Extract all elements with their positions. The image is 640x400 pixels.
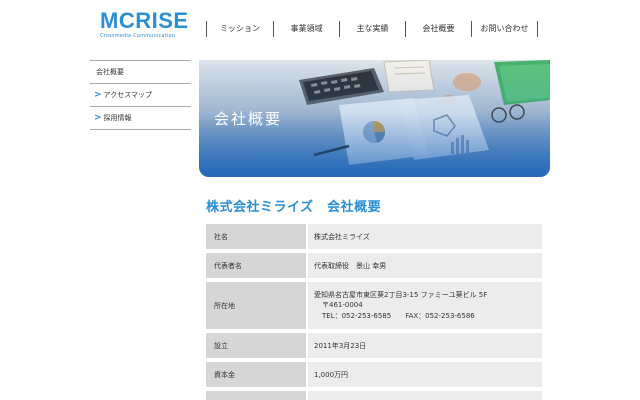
hero-title: 会社概要 — [214, 110, 283, 128]
table-row: 代表者名 代表取締役 景山 幸男 — [206, 253, 542, 278]
sidebar-item-recruitment[interactable]: > 採用情報 — [90, 107, 191, 130]
row-label: 代表者名 — [206, 253, 306, 278]
row-label: 社名 — [206, 224, 306, 249]
table-row: 資本金 1,000万円 — [206, 362, 542, 387]
hero-banner: 会社概要 — [199, 60, 550, 177]
nav-business-domain[interactable]: 事業領域 — [274, 21, 340, 37]
sidebar-item-label: アクセスマップ — [103, 91, 152, 99]
table-row — [206, 391, 542, 400]
sidebar-item-company-overview[interactable]: 会社概要 — [90, 61, 191, 84]
nav-company-overview[interactable]: 会社概要 — [406, 21, 472, 37]
nav-achievements[interactable]: 主な実績 — [340, 21, 406, 37]
sidebar-item-label: 採用情報 — [103, 114, 132, 122]
postal-code: 〒461-0004 — [322, 301, 363, 310]
sidebar-nav: 会社概要 > アクセスマップ > 採用情報 — [90, 60, 191, 130]
row-label: 設立 — [206, 333, 306, 358]
global-nav: ミッション 事業領域 主な実績 会社概要 お問い合わせ — [206, 21, 538, 37]
row-label: 資本金 — [206, 362, 306, 387]
row-value: 代表取締役 景山 幸男 — [308, 253, 542, 278]
fax-number: FAX：052-253-6586 — [405, 311, 475, 320]
sidebar-item-label: 会社概要 — [96, 68, 124, 76]
table-row: 設立 2011年3月23日 — [206, 333, 542, 358]
row-value: 1,000万円 — [308, 362, 542, 387]
row-value — [308, 391, 542, 400]
row-value: 2011年3月23日 — [308, 333, 542, 358]
row-value: 株式会社ミライズ — [308, 224, 542, 249]
company-info-table: 社名 株式会社ミライズ 代表者名 代表取締役 景山 幸男 所在地 愛知県名古屋市… — [206, 224, 542, 400]
row-value-address: 愛知県名古屋市東区葵2丁目3-15 ファミーユ葵ビル 5F 〒461-0004 … — [308, 282, 542, 329]
nav-mission[interactable]: ミッション — [207, 21, 274, 37]
page-title: 株式会社ミライズ 会社概要 — [206, 200, 382, 215]
company-logo[interactable]: MCRISE Crossmedia Communication — [100, 8, 189, 40]
chevron-right-icon: > — [94, 113, 102, 123]
chevron-right-icon: > — [94, 90, 102, 100]
table-row: 所在地 愛知県名古屋市東区葵2丁目3-15 ファミーユ葵ビル 5F 〒461-0… — [206, 282, 542, 329]
table-row: 社名 株式会社ミライズ — [206, 224, 542, 249]
sidebar-item-access-map[interactable]: > アクセスマップ — [90, 84, 191, 107]
row-label: 所在地 — [206, 282, 306, 329]
nav-contact[interactable]: お問い合わせ — [472, 21, 538, 37]
phone-number: TEL：052-253-6585 — [322, 311, 392, 320]
address-line: 愛知県名古屋市東区葵2丁目3-15 ファミーユ葵ビル 5F — [314, 290, 488, 299]
row-label — [206, 391, 306, 400]
logo-wordmark: MCRISE — [100, 8, 189, 33]
logo-tagline: Crossmedia Communication — [100, 33, 176, 39]
